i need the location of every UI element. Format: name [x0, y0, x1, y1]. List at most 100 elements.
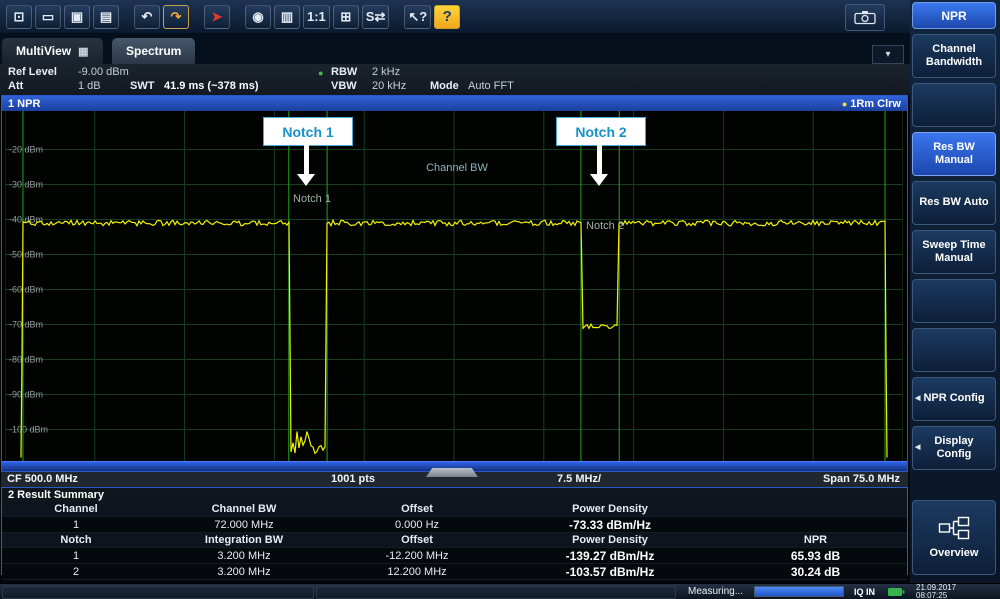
table-cell: -12.200 MHz [338, 550, 496, 562]
softkey-label: Res BW Auto [919, 196, 988, 209]
softkey-label: Display Config [919, 435, 989, 461]
status-time: 08:07:25 [916, 592, 956, 599]
spectrum-plot-svg: -20 dBm-30 dBm-40 dBm-50 dBm-60 dBm-70 d… [5, 111, 903, 461]
softkey-sweep-time-manual[interactable]: Sweep Time Manual [912, 230, 996, 274]
table-cell-power-density: -103.57 dBm/Hz [496, 565, 724, 579]
softkey-npr-config[interactable]: ◀NPR Config [912, 377, 996, 421]
softkey-side-arrow-icon: ◀ [915, 444, 920, 452]
svg-text:-80 dBm: -80 dBm [9, 355, 43, 365]
measurement-status: Measuring... [688, 586, 743, 597]
help-icon[interactable]: ? [434, 5, 460, 29]
ref-level-label[interactable]: Ref Level [8, 66, 57, 78]
measurement-progress-fill [755, 587, 843, 596]
result-summary-titlebar[interactable]: 2 Result Summary [2, 488, 907, 502]
svg-text:Notch 1: Notch 1 [293, 193, 331, 205]
table-cell-npr: 65.93 dB [724, 549, 907, 563]
channel-table-header-row: Channel Channel BW Offset Power Density [2, 502, 907, 517]
center-frequency[interactable]: CF 500.0 MHz [7, 473, 78, 485]
span-value[interactable]: Span 75.0 MHz [823, 473, 900, 485]
context-help-icon[interactable]: ↖? [404, 5, 431, 29]
zoom-1to1-icon[interactable]: 1:1 [303, 5, 330, 29]
undo-icon[interactable]: ↶ [134, 5, 160, 29]
softkey-side-arrow-icon: ◀ [915, 395, 920, 403]
window-resize-handle[interactable] [426, 468, 478, 477]
mode-value[interactable]: Auto FFT [468, 80, 514, 92]
svg-text:-70 dBm: -70 dBm [9, 320, 43, 330]
notch2-callout-label: Notch 2 [575, 124, 626, 140]
result-summary-title: 2 Result Summary [8, 489, 104, 501]
softkey-label: Res BW Manual [919, 141, 989, 167]
overview-diagram-icon [938, 516, 970, 540]
svg-text:-100 dBm: -100 dBm [9, 425, 48, 435]
y-axis-labels: -20 dBm-30 dBm-40 dBm-50 dBm-60 dBm-70 d… [9, 145, 48, 435]
softkey-display-config[interactable]: ◀Display Config [912, 426, 996, 470]
toolbar: ⊡▭▣▤ ↶↷ ➤ ◉▥1:1⊞S⇄ ↖?? [0, 0, 910, 33]
select-pointer-icon[interactable]: ➤ [204, 5, 230, 29]
header-cell: Offset [338, 534, 496, 546]
spectrum-window: 1 NPR ● 1Rm Clrw -20 dBm-30 dBm-40 dBm-5… [1, 95, 908, 472]
notch1-callout: Notch 1 [263, 117, 353, 146]
att-label[interactable]: Att [8, 80, 23, 92]
rbw-value[interactable]: 2 kHz [372, 66, 400, 78]
sidebar-menu-title-label: NPR [941, 9, 966, 23]
swt-label[interactable]: SWT [130, 80, 154, 92]
spectrum-window-titlebar[interactable]: 1 NPR ● 1Rm Clrw [2, 96, 907, 111]
sidebar-menu-title: NPR [912, 2, 996, 29]
touch-mode-icon[interactable]: ◉ [245, 5, 271, 29]
analyzer-screen: ⊡▭▣▤↶↷➤◉▥1:1⊞S⇄↖?? MultiView ▦ Spectrum … [0, 0, 1000, 599]
print-icon[interactable]: ▤ [93, 5, 119, 29]
table-cell: 3.200 MHz [150, 566, 338, 578]
softkey-empty-2[interactable] [912, 279, 996, 323]
ref-level-value[interactable]: -9.00 dBm [78, 66, 129, 78]
mode-label[interactable]: Mode [430, 80, 459, 92]
att-value[interactable]: 1 dB [78, 80, 101, 92]
vbw-label[interactable]: VBW [331, 80, 357, 92]
notch-table-row: 2 3.200 MHz 12.200 MHz -103.57 dBm/Hz 30… [2, 564, 907, 580]
table-cell: 1 [2, 550, 150, 562]
open-icon[interactable]: ▭ [35, 5, 61, 29]
svg-text:-60 dBm: -60 dBm [9, 285, 43, 295]
header-cell: NPR [724, 534, 907, 546]
softkey-res-bw-auto[interactable]: Res BW Auto [912, 181, 996, 225]
header-cell: Offset [338, 503, 496, 515]
table-cell: 2 [2, 566, 150, 578]
softkey-res-bw-manual[interactable]: Res BW Manual [912, 132, 996, 176]
softkey-empty-3[interactable] [912, 328, 996, 372]
sweep-points[interactable]: 1001 pts [331, 473, 375, 485]
status-bar: Measuring... IQ IN 21.09.2017 08:07:25 [0, 583, 1000, 599]
softkey-empty-1[interactable] [912, 83, 996, 127]
save-icon[interactable]: ▣ [64, 5, 90, 29]
trace-legend[interactable]: ● 1Rm Clrw [842, 98, 901, 110]
toolbar-icon-group: ⊡▭▣▤ ↶↷ ➤ ◉▥1:1⊞S⇄ ↖?? [6, 5, 463, 29]
redo-icon[interactable]: ↷ [163, 5, 189, 29]
notch1-callout-arrowhead-icon [297, 174, 315, 186]
svg-text:-30 dBm: -30 dBm [9, 180, 43, 190]
tab-spectrum[interactable]: Spectrum [112, 38, 195, 64]
window-layout-icon[interactable]: ⊞ [333, 5, 359, 29]
table-cell: 72.000 MHz [150, 519, 338, 531]
notch-table-header-row: Notch Integration BW Offset Power Densit… [2, 533, 907, 548]
signal-flow-icon[interactable]: S⇄ [362, 5, 390, 29]
spectrum-diagram[interactable]: -20 dBm-30 dBm-40 dBm-50 dBm-60 dBm-70 d… [5, 111, 903, 461]
camera-button[interactable] [845, 4, 885, 31]
status-segment [2, 586, 314, 599]
swt-value[interactable]: 41.9 ms (~378 ms) [164, 80, 258, 92]
softkey-list: Channel Bandwidth Res BW Manual Res BW Aut… [912, 34, 996, 475]
channel-table-row: 1 72.000 MHz 0.000 Hz -73.33 dBm/Hz [2, 517, 907, 533]
vbw-value[interactable]: 20 kHz [372, 80, 406, 92]
svg-text:Channel BW: Channel BW [426, 162, 488, 174]
notch2-callout: Notch 2 [556, 117, 646, 146]
report-icon[interactable]: ▥ [274, 5, 300, 29]
softkey-channel-bandwidth[interactable]: Channel Bandwidth [912, 34, 996, 78]
window-title: 1 NPR [8, 98, 40, 110]
date-time: 21.09.2017 08:07:25 [916, 584, 956, 599]
table-cell: 0.000 Hz [338, 519, 496, 531]
display-icon[interactable]: ⊡ [6, 5, 32, 29]
rbw-label[interactable]: RBW [331, 66, 357, 78]
tab-multiview[interactable]: MultiView ▦ [2, 38, 103, 64]
svg-text:Notch 2: Notch 2 [586, 220, 624, 232]
softkey-overview[interactable]: Overview [912, 500, 996, 575]
trace-label: 1Rm Clrw [850, 98, 901, 110]
tab-list-dropdown-button[interactable]: ▾ [872, 45, 904, 64]
scale-per-division[interactable]: 7.5 MHz/ [557, 473, 601, 485]
